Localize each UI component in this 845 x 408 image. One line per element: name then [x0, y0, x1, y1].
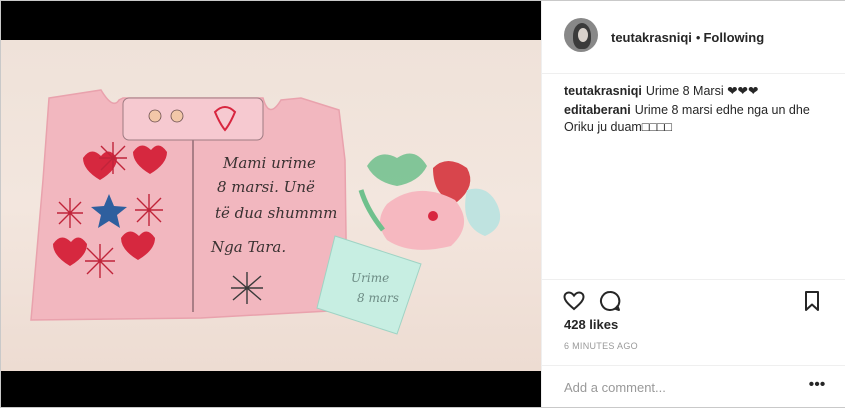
comment-list: teutakrasniqi Urime 8 Marsi ❤❤❤ editabera…: [564, 83, 829, 138]
header-text: teutakrasniqi • Following: [611, 30, 764, 46]
add-comment-bar: •••: [542, 365, 845, 408]
card-text-line: të dua shummm: [215, 204, 337, 222]
more-options-icon[interactable]: •••: [806, 374, 828, 396]
bookmark-icon[interactable]: [800, 289, 824, 313]
separator-dot: •: [695, 30, 701, 45]
comment-username-link[interactable]: editaberani: [564, 103, 631, 117]
photo-illustration: Mami urime 8 marsi. Unë të dua shummm Ng…: [30, 89, 501, 335]
header-username-link[interactable]: teutakrasniqi: [611, 30, 692, 45]
post-media[interactable]: Mami urime 8 marsi. Unë të dua shummm Ng…: [1, 1, 541, 407]
card-text-line: 8 marsi. Unë: [217, 178, 315, 196]
card-text-line: Nga Tara.: [210, 238, 286, 256]
flower-text-line: 8 mars: [357, 291, 399, 305]
action-bar: [542, 279, 845, 320]
post-sidebar: teutakrasniqi • Following teutakrasniqi Uri…: [541, 1, 845, 407]
post-photo[interactable]: Mami urime 8 marsi. Unë të dua shummm Ng…: [1, 40, 541, 371]
avatar[interactable]: [564, 18, 598, 52]
flower-text-line: Urime: [351, 271, 389, 285]
comment-item: editaberani Urime 8 marsi edhe nga un dhe…: [564, 102, 829, 136]
comment-username-link[interactable]: teutakrasniqi: [564, 84, 642, 98]
heart-icon[interactable]: [562, 289, 586, 313]
comment-item: teutakrasniqi Urime 8 Marsi ❤❤❤: [564, 83, 829, 100]
add-comment-input[interactable]: [562, 376, 796, 398]
comment-text: Urime 8 Marsi ❤❤❤: [645, 84, 759, 98]
like-count[interactable]: 428 likes: [564, 317, 618, 332]
comment-icon[interactable]: [598, 289, 622, 313]
post-timestamp[interactable]: 6 MINUTES AGO: [564, 341, 638, 351]
card-text-line: Mami urime: [222, 154, 316, 172]
following-button[interactable]: Following: [703, 30, 764, 45]
post-header: teutakrasniqi • Following: [542, 1, 845, 74]
